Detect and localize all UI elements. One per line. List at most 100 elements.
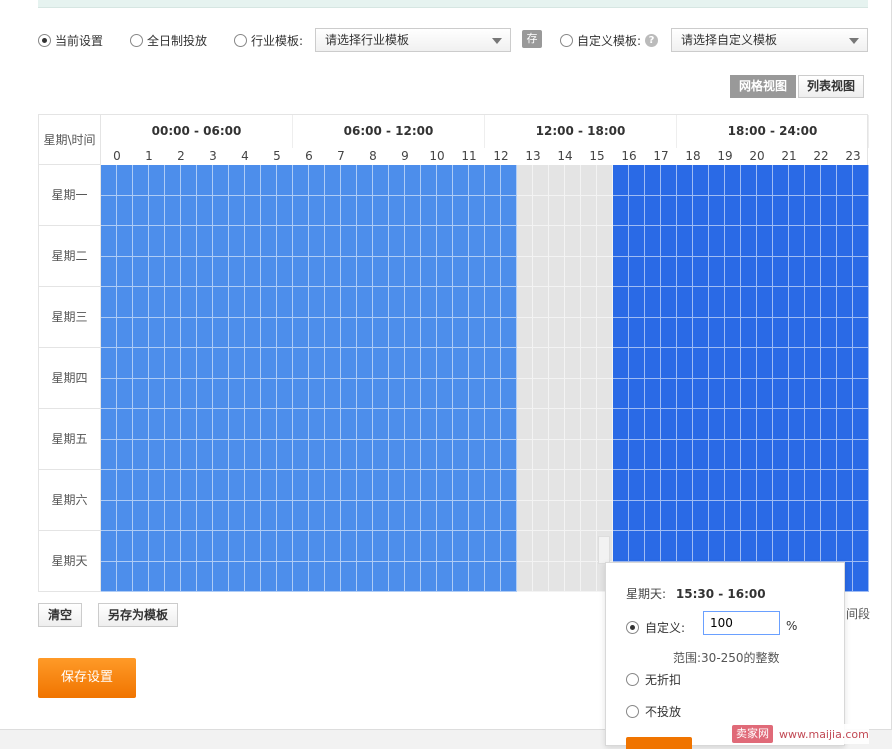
- hour-header[interactable]: 0: [101, 148, 133, 165]
- schedule-cell[interactable]: [853, 561, 869, 592]
- schedule-cell[interactable]: [229, 500, 245, 531]
- schedule-cell[interactable]: [117, 165, 133, 196]
- schedule-cell[interactable]: [693, 317, 709, 348]
- schedule-cell[interactable]: [533, 531, 549, 562]
- schedule-cell[interactable]: [837, 317, 853, 348]
- schedule-cell[interactable]: [101, 531, 117, 562]
- schedule-cell[interactable]: [101, 470, 117, 501]
- schedule-cell[interactable]: [165, 439, 181, 470]
- day-row-header[interactable]: 星期五: [39, 409, 101, 470]
- schedule-cell[interactable]: [709, 378, 725, 409]
- schedule-cell[interactable]: [309, 287, 325, 318]
- schedule-cell[interactable]: [725, 409, 741, 440]
- schedule-cell[interactable]: [133, 348, 149, 379]
- schedule-cell[interactable]: [709, 531, 725, 562]
- schedule-cell[interactable]: [389, 317, 405, 348]
- schedule-cell[interactable]: [581, 195, 597, 226]
- schedule-cell[interactable]: [485, 317, 501, 348]
- schedule-cell[interactable]: [357, 531, 373, 562]
- schedule-cell[interactable]: [421, 348, 437, 379]
- schedule-cell[interactable]: [341, 256, 357, 287]
- schedule-cell[interactable]: [437, 409, 453, 440]
- schedule-cell[interactable]: [165, 348, 181, 379]
- schedule-cell[interactable]: [677, 531, 693, 562]
- schedule-cell[interactable]: [597, 226, 613, 257]
- schedule-cell[interactable]: [581, 348, 597, 379]
- schedule-cell[interactable]: [549, 256, 565, 287]
- schedule-cell[interactable]: [805, 409, 821, 440]
- schedule-cell[interactable]: [773, 531, 789, 562]
- schedule-cell[interactable]: [853, 500, 869, 531]
- schedule-cell[interactable]: [805, 500, 821, 531]
- schedule-cell[interactable]: [485, 470, 501, 501]
- schedule-cell[interactable]: [133, 409, 149, 440]
- schedule-cell[interactable]: [805, 317, 821, 348]
- schedule-cell[interactable]: [773, 195, 789, 226]
- schedule-cell[interactable]: [629, 409, 645, 440]
- schedule-cell[interactable]: [661, 348, 677, 379]
- schedule-cell[interactable]: [533, 470, 549, 501]
- schedule-cell[interactable]: [389, 439, 405, 470]
- schedule-cell[interactable]: [309, 378, 325, 409]
- schedule-cell[interactable]: [677, 378, 693, 409]
- schedule-cell[interactable]: [517, 439, 533, 470]
- schedule-cell[interactable]: [437, 561, 453, 592]
- schedule-cell[interactable]: [741, 470, 757, 501]
- schedule-cell[interactable]: [149, 165, 165, 196]
- schedule-cell[interactable]: [597, 165, 613, 196]
- schedule-cell[interactable]: [565, 165, 581, 196]
- schedule-cell[interactable]: [309, 561, 325, 592]
- schedule-cell[interactable]: [661, 470, 677, 501]
- schedule-cell[interactable]: [453, 317, 469, 348]
- time-range-header[interactable]: 18:00 - 24:00: [677, 115, 869, 148]
- schedule-cell[interactable]: [405, 378, 421, 409]
- schedule-cell[interactable]: [229, 287, 245, 318]
- schedule-cell[interactable]: [229, 226, 245, 257]
- schedule-cell[interactable]: [357, 561, 373, 592]
- schedule-cell[interactable]: [533, 195, 549, 226]
- schedule-cell[interactable]: [501, 226, 517, 257]
- schedule-cell[interactable]: [229, 256, 245, 287]
- schedule-cell[interactable]: [245, 378, 261, 409]
- schedule-cell[interactable]: [533, 409, 549, 440]
- time-range-header[interactable]: 12:00 - 18:00: [485, 115, 677, 148]
- schedule-cell[interactable]: [181, 561, 197, 592]
- no-delivery-radio[interactable]: [626, 705, 639, 718]
- schedule-cell[interactable]: [373, 348, 389, 379]
- schedule-cell[interactable]: [837, 195, 853, 226]
- save-template-tag[interactable]: 存: [522, 30, 542, 48]
- day-row-header[interactable]: 星期二: [39, 226, 101, 287]
- schedule-cell[interactable]: [181, 439, 197, 470]
- schedule-cell[interactable]: [549, 317, 565, 348]
- schedule-cell[interactable]: [725, 165, 741, 196]
- schedule-cell[interactable]: [629, 256, 645, 287]
- schedule-cell[interactable]: [405, 470, 421, 501]
- schedule-cell[interactable]: [469, 531, 485, 562]
- schedule-cell[interactable]: [181, 348, 197, 379]
- schedule-cell[interactable]: [293, 287, 309, 318]
- schedule-cell[interactable]: [661, 409, 677, 440]
- schedule-cell[interactable]: [693, 409, 709, 440]
- schedule-cell[interactable]: [229, 378, 245, 409]
- schedule-cell[interactable]: [757, 287, 773, 318]
- schedule-cell[interactable]: [533, 561, 549, 592]
- schedule-cell[interactable]: [117, 500, 133, 531]
- schedule-cell[interactable]: [117, 317, 133, 348]
- schedule-cell[interactable]: [741, 531, 757, 562]
- schedule-cell[interactable]: [117, 531, 133, 562]
- schedule-cell[interactable]: [549, 439, 565, 470]
- current-settings-option[interactable]: 当前设置: [38, 32, 103, 49]
- schedule-cell[interactable]: [405, 348, 421, 379]
- schedule-cell[interactable]: [341, 409, 357, 440]
- schedule-cell[interactable]: [757, 165, 773, 196]
- schedule-cell[interactable]: [405, 531, 421, 562]
- industry-template-select[interactable]: 请选择行业模板: [315, 28, 511, 52]
- schedule-cell[interactable]: [165, 409, 181, 440]
- schedule-cell[interactable]: [613, 165, 629, 196]
- schedule-cell[interactable]: [693, 439, 709, 470]
- schedule-cell[interactable]: [229, 317, 245, 348]
- schedule-cell[interactable]: [565, 226, 581, 257]
- schedule-cell[interactable]: [197, 439, 213, 470]
- schedule-cell[interactable]: [469, 561, 485, 592]
- schedule-cell[interactable]: [517, 195, 533, 226]
